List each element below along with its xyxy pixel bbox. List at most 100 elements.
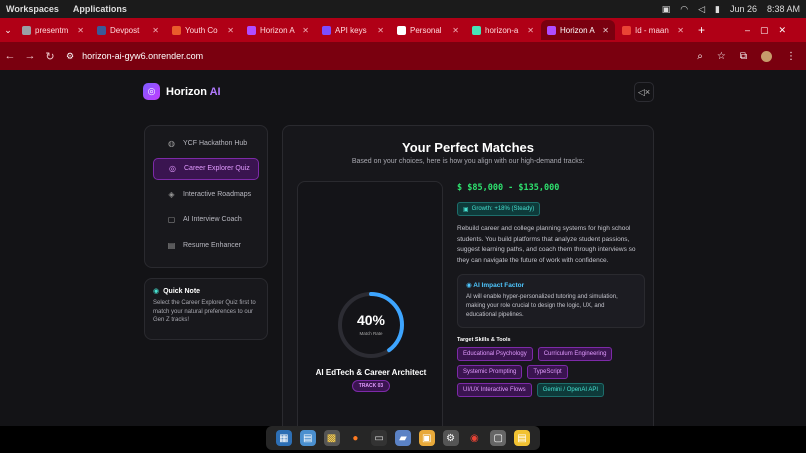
salary-range: $ $85,000 - $135,000 bbox=[457, 183, 560, 193]
sidebar-item[interactable]: ◈ Interactive Roadmaps bbox=[153, 183, 259, 205]
growth-label: Growth: +18% (Steady) bbox=[471, 206, 535, 212]
tab-label: Youth Co bbox=[185, 25, 218, 35]
browser-tab[interactable]: presentm ✕ bbox=[16, 20, 90, 40]
browser-tab[interactable]: Horizon A ✕ bbox=[241, 20, 315, 40]
results-subtitle: Based on your choices, here is how you a… bbox=[351, 158, 585, 165]
tab-close-icon[interactable]: ✕ bbox=[152, 26, 159, 35]
tab-label: Horizon A bbox=[260, 25, 295, 35]
match-ring: 40% Match Rate bbox=[336, 290, 406, 360]
tab-close-icon[interactable]: ✕ bbox=[227, 26, 234, 35]
sidebar-item-label: YCF Hackathon Hub bbox=[183, 139, 248, 147]
sidebar-item[interactable]: ▤ Resume Enhancer bbox=[153, 234, 259, 256]
apps-grid-icon[interactable]: ▩ bbox=[323, 430, 340, 446]
tab-favicon-icon bbox=[472, 25, 481, 35]
back-arrow-icon[interactable]: ← bbox=[0, 50, 20, 62]
tab-close-icon[interactable]: ✕ bbox=[677, 26, 684, 35]
skill-chip: Gemini / OpenAI API bbox=[536, 382, 605, 397]
archive-icon[interactable]: ▣ bbox=[418, 430, 435, 446]
chat-icon: ▢ bbox=[167, 215, 176, 224]
tab-close-icon[interactable]: ✕ bbox=[77, 26, 84, 35]
tab-close-icon[interactable]: ✕ bbox=[602, 26, 609, 35]
address-bar[interactable]: horizon-ai-gyw6.onrender.com bbox=[82, 51, 697, 61]
tab-label: horizon-a bbox=[485, 25, 519, 35]
globe-icon: ◍ bbox=[168, 138, 175, 148]
tab-favicon-icon bbox=[172, 25, 181, 35]
sidebar-item[interactable]: ▢ AI Interview Coach bbox=[153, 209, 259, 231]
browser-tab[interactable]: Personal ✕ bbox=[391, 20, 465, 40]
skills-title: Target Skills & Tools bbox=[457, 336, 511, 343]
info-icon: ◉ bbox=[153, 288, 160, 295]
tab-label: Horizon A bbox=[560, 25, 595, 35]
growth-badge: ▣ Growth: +18% (Steady) bbox=[457, 202, 541, 216]
tab-close-icon[interactable]: ✕ bbox=[302, 26, 309, 35]
tab-label: Personal bbox=[410, 25, 442, 35]
notes-icon[interactable]: ▤ bbox=[514, 430, 531, 446]
browser-tab[interactable]: API keys ✕ bbox=[316, 20, 390, 40]
applications-menu[interactable]: Applications bbox=[73, 4, 127, 14]
skill-chip: Systemic Prompting bbox=[457, 364, 523, 379]
browser-tab[interactable]: Horizon A ✕ bbox=[541, 20, 615, 40]
skill-chip: UI/UX Interactive Flows bbox=[457, 382, 532, 397]
brand-mark-icon: ◎ bbox=[143, 83, 160, 100]
browser-tab[interactable]: Youth Co ✕ bbox=[166, 20, 240, 40]
skills-list: Educational Psychology Curriculum Enginee… bbox=[457, 346, 639, 397]
tab-label: Devpost bbox=[110, 25, 140, 35]
mute-speaker-icon[interactable]: ◁× bbox=[634, 82, 654, 102]
tab-close-icon[interactable]: ✕ bbox=[527, 26, 534, 35]
match-card[interactable]: 40% Match Rate AI EdTech & Career Archit… bbox=[297, 181, 443, 426]
match-rate-label: Match Rate bbox=[359, 331, 383, 336]
sidebar-item-label: Interactive Roadmaps bbox=[183, 190, 252, 198]
settings-icon[interactable]: ⚙ bbox=[442, 430, 459, 446]
sidebar-item-label: Resume Enhancer bbox=[183, 241, 241, 249]
tab-close-icon[interactable]: ✕ bbox=[452, 26, 459, 35]
sidebar-item[interactable]: ◍ YCF Hackathon Hub bbox=[153, 132, 259, 154]
match-details: $ $85,000 - $135,000 ▣ Growth: +18% (Ste… bbox=[457, 181, 645, 397]
match-percent: 40% bbox=[356, 312, 386, 328]
workspaces-button[interactable]: Workspaces bbox=[6, 4, 59, 14]
role-title: AI EdTech & Career Architect bbox=[315, 368, 427, 377]
folder-icon[interactable]: ▰ bbox=[394, 430, 411, 446]
window-controls[interactable]: –▢✕ bbox=[745, 25, 796, 36]
extensions-icon[interactable]: ⧉ bbox=[740, 51, 747, 62]
growth-icon: ▣ bbox=[463, 206, 469, 213]
profile-avatar[interactable] bbox=[761, 50, 772, 62]
battery-icon[interactable]: ▮ bbox=[715, 4, 720, 15]
bookmark-star-icon[interactable]: ☆ bbox=[717, 51, 726, 62]
time-label[interactable]: 8:38 AM bbox=[767, 4, 800, 14]
tab-list-chevron-icon[interactable]: ⌄ bbox=[0, 25, 16, 36]
sidebar-item[interactable]: ◎ Career Explorer Quiz bbox=[153, 157, 259, 180]
tab-close-icon[interactable]: ✕ bbox=[377, 26, 384, 35]
new-tab-plus-icon[interactable]: + bbox=[698, 23, 705, 37]
terminal-icon[interactable]: ▭ bbox=[371, 430, 388, 446]
zoom-icon[interactable]: ⌕ bbox=[697, 51, 703, 62]
chrome-icon[interactable]: ◉ bbox=[466, 430, 482, 446]
target-icon: ◎ bbox=[169, 164, 176, 173]
reload-icon[interactable]: ↻ bbox=[40, 50, 60, 63]
image-viewer-icon[interactable]: ▤ bbox=[299, 430, 316, 446]
browser-tab[interactable]: Devpost ✕ bbox=[91, 20, 165, 40]
system-tray: ▣ ◠ ◁ ▮ Jun 26 8:38 AM bbox=[662, 0, 800, 18]
menu-kebab-icon[interactable]: ⋮ bbox=[786, 51, 796, 62]
tab-label: Id - maan bbox=[635, 25, 669, 35]
notification-icon[interactable]: ▣ bbox=[662, 4, 671, 15]
role-description: Rebuild career and college planning syst… bbox=[457, 225, 636, 265]
skill-chip: Curriculum Engineering bbox=[537, 346, 613, 361]
wifi-icon[interactable]: ◠ bbox=[680, 4, 688, 15]
forward-arrow-icon[interactable]: → bbox=[20, 50, 40, 62]
impact-title: AI Impact Factor bbox=[473, 281, 525, 289]
firefox-icon[interactable]: ● bbox=[347, 430, 363, 446]
layers-icon: ◈ bbox=[168, 189, 175, 199]
quick-note-body: Select the Career Explorer Quiz first to… bbox=[153, 300, 256, 324]
package-icon[interactable]: ▢ bbox=[490, 430, 507, 446]
site-info-icon[interactable]: ⚙ bbox=[66, 51, 74, 62]
browser-tab[interactable]: Id - maan ✕ bbox=[616, 20, 690, 40]
files-app-icon[interactable]: ▦ bbox=[275, 430, 292, 446]
brand-logo[interactable]: ◎ Horizon AI bbox=[143, 83, 221, 100]
impact-icon: ◉ bbox=[466, 281, 472, 289]
taskbar-dock: ▦ ▤ ▩ ● ▭ ▰ ▣ ⚙ ◉ ▢ ▤ bbox=[266, 426, 540, 450]
volume-icon[interactable]: ◁ bbox=[698, 4, 705, 15]
browser-tab[interactable]: horizon-a ✕ bbox=[466, 20, 540, 40]
quick-note-title: Quick Note bbox=[163, 287, 201, 295]
tab-favicon-icon bbox=[247, 25, 256, 35]
date-label[interactable]: Jun 26 bbox=[730, 4, 757, 14]
